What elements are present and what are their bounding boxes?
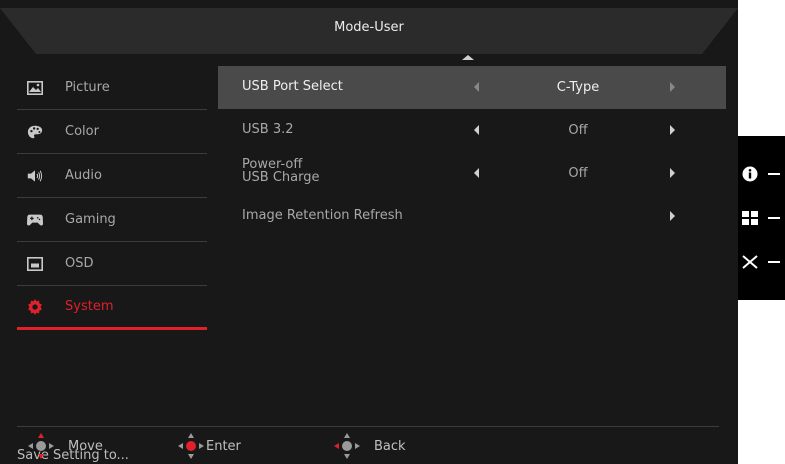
speaker-icon [27,168,43,184]
joystick-center [186,441,196,451]
hotkey-menu[interactable] [738,198,785,238]
footer-move-label: Move [68,438,103,454]
scroll-up-icon[interactable] [462,55,474,60]
hotkey-dash [768,261,780,263]
hotkey-dash [768,173,780,175]
palette-icon [27,124,43,140]
osd-menu: Mode-User Picture Color Audio Gaming OSD… [0,0,738,464]
sidebar-item-label: Gaming [65,212,116,227]
grid-icon [742,210,758,226]
close-icon [742,254,758,270]
hotkey-dash [768,217,780,219]
joystick-center [36,441,46,451]
row-label: USB Port Select [242,79,343,94]
arrow-right-icon[interactable] [670,211,675,221]
joystick-right [199,443,204,449]
row-label: USB 3.2 [242,122,294,137]
joystick-left [334,443,339,449]
sidebar-item-system[interactable]: System [17,286,207,330]
picture-icon [27,80,43,96]
joystick-right [355,443,360,449]
footer-enter: Enter [178,433,241,459]
row-power-off-usb-charge[interactable]: Power-off USB Charge Off [218,152,726,195]
sidebar-item-label: OSD [65,256,94,271]
menu-title: Mode-User [334,20,404,35]
row-usb-3-2[interactable]: USB 3.2 Off [218,109,726,152]
sidebar-item-gaming[interactable]: Gaming [17,198,207,242]
hotkey-panel [738,136,785,300]
footer-back: Back [334,433,406,459]
sidebar-item-picture[interactable]: Picture [17,66,207,110]
gamepad-icon [27,212,43,228]
row-label: Power-off USB Charge [242,158,319,184]
joystick-right [49,443,54,449]
joystick-left [28,443,33,449]
sidebar-item-label: Audio [65,168,102,183]
header: Mode-User [0,0,738,56]
info-icon [742,166,758,182]
sidebar: Picture Color Audio Gaming OSD System Sa… [17,66,207,463]
hotkey-info[interactable] [738,154,785,194]
joystick-back-icon [334,433,360,459]
row-value: Off [568,123,588,138]
gear-icon [27,298,43,315]
footer-back-label: Back [374,438,406,454]
osd-icon [27,256,43,272]
arrow-left-icon[interactable] [474,125,479,135]
arrow-right-icon[interactable] [670,82,675,92]
joystick-center [342,441,352,451]
row-label-line2: USB Charge [242,170,320,185]
footer-divider [17,426,719,427]
joystick-move-icon [28,433,54,459]
joystick-down [188,454,194,459]
arrow-left-icon[interactable] [474,168,479,178]
sidebar-item-label: Picture [65,80,110,95]
joystick-down [38,454,44,459]
sidebar-item-label: System [65,299,114,314]
row-usb-port-select[interactable]: USB Port Select C-Type [218,66,726,109]
hotkey-close[interactable] [738,242,785,282]
sidebar-item-label: Color [65,124,99,139]
settings-list: USB Port Select C-Type USB 3.2 Off Power… [218,66,726,238]
joystick-up [188,433,194,438]
sidebar-item-color[interactable]: Color [17,110,207,154]
joystick-enter-icon [178,433,204,459]
arrow-left-icon[interactable] [474,82,479,92]
row-value: C-Type [556,80,600,95]
footer-move: Move [28,433,103,459]
row-image-retention-refresh[interactable]: Image Retention Refresh [218,195,726,238]
joystick-left [178,443,183,449]
joystick-down [344,454,350,459]
footer-enter-label: Enter [206,438,241,454]
sidebar-item-audio[interactable]: Audio [17,154,207,198]
row-label: Image Retention Refresh [242,208,403,223]
arrow-right-icon[interactable] [670,125,675,135]
sidebar-item-osd[interactable]: OSD [17,242,207,286]
joystick-up [344,433,350,438]
joystick-up [38,433,44,438]
row-value: Off [568,166,588,181]
arrow-right-icon[interactable] [670,168,675,178]
